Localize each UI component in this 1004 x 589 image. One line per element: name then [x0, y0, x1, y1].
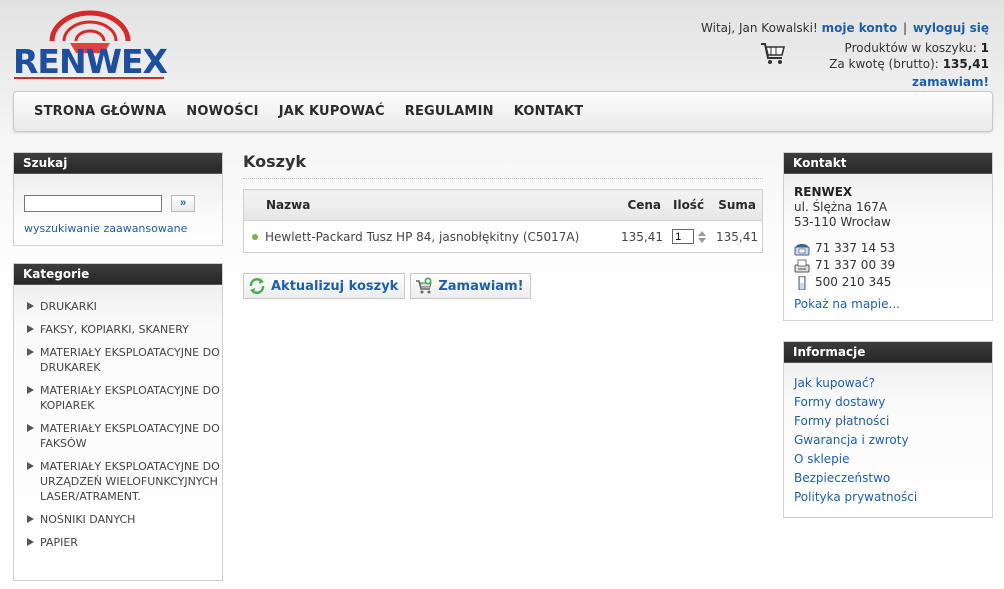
cart-actions: Aktualizuj koszyk Zamawiam!	[243, 273, 763, 299]
cart-count-value: 1	[980, 41, 989, 55]
info-link-about[interactable]: O sklepie	[794, 452, 850, 466]
company-city: 53-110 Wrocław	[794, 215, 891, 229]
company-street: ul. Ślężna 167A	[794, 200, 888, 214]
shopping-cart-icon[interactable]	[759, 41, 787, 67]
nav-item-home[interactable]: STRONA GŁÓWNA	[34, 92, 166, 131]
categories-panel: Kategorie DRUKARKI FAKSY, KOPIARKI, SKAN…	[13, 263, 223, 581]
product-name-link[interactable]: Hewlett-Packard Tusz HP 84, jasnobłękitn…	[265, 230, 579, 244]
info-link-security[interactable]: Bezpieczeństwo	[794, 471, 890, 485]
nav-item-terms[interactable]: REGULAMIN	[405, 92, 494, 131]
bullet-icon	[252, 234, 258, 240]
advanced-search-link[interactable]: wyszukiwanie zaawansowane	[14, 212, 222, 235]
table-row: Hewlett-Packard Tusz HP 84, jasnobłękitn…	[244, 221, 763, 253]
column-sum: Suma	[710, 189, 763, 221]
mobile-number: 500 210 345	[815, 275, 892, 289]
info-link-warranty[interactable]: Gwarancja i zwroty	[794, 433, 909, 447]
cart-amount-line: Za kwotę (brutto): 135,41	[759, 56, 989, 72]
category-copier-supplies[interactable]: MATERIAŁY EKSPLOATACYJNE DO KOPIAREK	[25, 383, 222, 413]
company-name: RENWEX	[794, 185, 853, 199]
category-paper[interactable]: PAPIER	[25, 535, 222, 550]
user-bar: Witaj, Jan Kowalski! moje konto | wylogu…	[701, 20, 989, 37]
category-fax-copiers-scanners[interactable]: FAKSY, KOPIARKI, SKANERY	[25, 322, 222, 337]
my-account-link[interactable]: moje konto	[822, 21, 898, 35]
logout-link[interactable]: wyloguj się	[913, 21, 989, 35]
update-cart-button[interactable]: Aktualizuj koszyk	[243, 273, 406, 299]
renwex-logo-icon: RENWEX	[13, 10, 169, 81]
nav-item-contact[interactable]: KONTAKT	[514, 92, 584, 131]
greeting-text: Witaj, Jan Kowalski!	[701, 21, 818, 35]
order-button-label: Zamawiam!	[438, 278, 524, 294]
cart-summary: Produktów w koszyku: 1 Za kwotę (brutto)…	[759, 40, 989, 72]
category-data-media[interactable]: NOŚNIKI DANYCH	[25, 512, 222, 527]
column-qty: Ilość	[667, 189, 711, 221]
phone-icon	[794, 243, 810, 255]
cart-count-line: Produktów w koszyku: 1	[759, 40, 989, 56]
nav-item-news[interactable]: NOWOŚCI	[186, 92, 258, 131]
info-link-how-to-buy[interactable]: Jak kupować?	[794, 376, 875, 390]
cart-count-label: Produktów w koszyku:	[844, 41, 977, 55]
contact-panel-title: Kontakt	[784, 153, 992, 174]
order-button[interactable]: Zamawiam!	[410, 273, 531, 299]
refresh-icon	[249, 278, 265, 294]
cart-add-icon	[416, 277, 432, 294]
cart-table-header: Nazwa Cena Ilość Suma	[243, 189, 763, 221]
cart-table: Nazwa Cena Ilość Suma Hewlett-Packard Tu…	[243, 189, 763, 253]
qty-down-icon[interactable]	[698, 237, 707, 243]
info-link-payment[interactable]: Formy płatności	[794, 414, 889, 428]
cart-amount-label: Za kwotę (brutto):	[829, 57, 939, 71]
categories-panel-title: Kategorie	[14, 264, 222, 285]
info-link-delivery[interactable]: Formy dostawy	[794, 395, 885, 409]
update-cart-label: Aktualizuj koszyk	[271, 278, 399, 294]
info-panel: Informacje Jak kupować? Formy dostawy Fo…	[783, 341, 993, 518]
product-sum: 135,41	[716, 229, 758, 244]
cart-content: Koszyk Nazwa Cena Ilość Suma Hewlett-Pac…	[243, 152, 763, 299]
column-name: Nazwa	[243, 189, 616, 221]
order-now-link[interactable]: zamawiam!	[912, 75, 989, 89]
category-printers[interactable]: DRUKARKI	[25, 299, 222, 314]
info-panel-title: Informacje	[784, 342, 992, 363]
category-fax-supplies[interactable]: MATERIAŁY EKSPLOATACYJNE DO FAKSÓW	[25, 421, 222, 451]
product-price: 135,41	[621, 229, 664, 244]
qty-up-icon[interactable]	[698, 230, 707, 236]
separator: |	[903, 21, 908, 35]
show-map-link[interactable]: Pokaż na mapie...	[794, 297, 982, 312]
fax-number: 71 337 00 39	[815, 258, 896, 272]
column-price: Cena	[615, 189, 668, 221]
page-title: Koszyk	[243, 152, 763, 179]
fax-icon	[794, 259, 810, 272]
search-input[interactable]	[24, 195, 162, 212]
contact-panel: Kontakt RENWEX ul. Ślężna 167A 53-110 Wr…	[783, 152, 993, 321]
phone-number: 71 337 14 53	[815, 241, 896, 255]
category-multifunction-supplies[interactable]: MATERIAŁY EKSPLOATACYJNE DO URZĄDZEŃ WIE…	[25, 459, 222, 504]
main-nav: STRONA GŁÓWNA NOWOŚCI JAK KUPOWAĆ REGULA…	[13, 91, 993, 132]
search-panel: Szukaj » wyszukiwanie zaawansowane	[13, 152, 223, 246]
mobile-phone-icon	[798, 275, 806, 290]
svg-text:RENWEX: RENWEX	[13, 42, 168, 81]
search-button[interactable]: »	[171, 195, 195, 212]
category-printer-supplies[interactable]: MATERIAŁY EKSPLOATACYJNE DO DRUKAREK	[25, 345, 222, 375]
nav-item-how-to-buy[interactable]: JAK KUPOWAĆ	[279, 92, 385, 131]
info-link-privacy[interactable]: Polityka prywatności	[794, 490, 917, 504]
search-panel-title: Szukaj	[14, 153, 222, 174]
logo[interactable]: RENWEX	[12, 9, 169, 83]
quantity-input[interactable]	[672, 229, 695, 245]
cart-amount-value: 135,41	[942, 57, 989, 71]
